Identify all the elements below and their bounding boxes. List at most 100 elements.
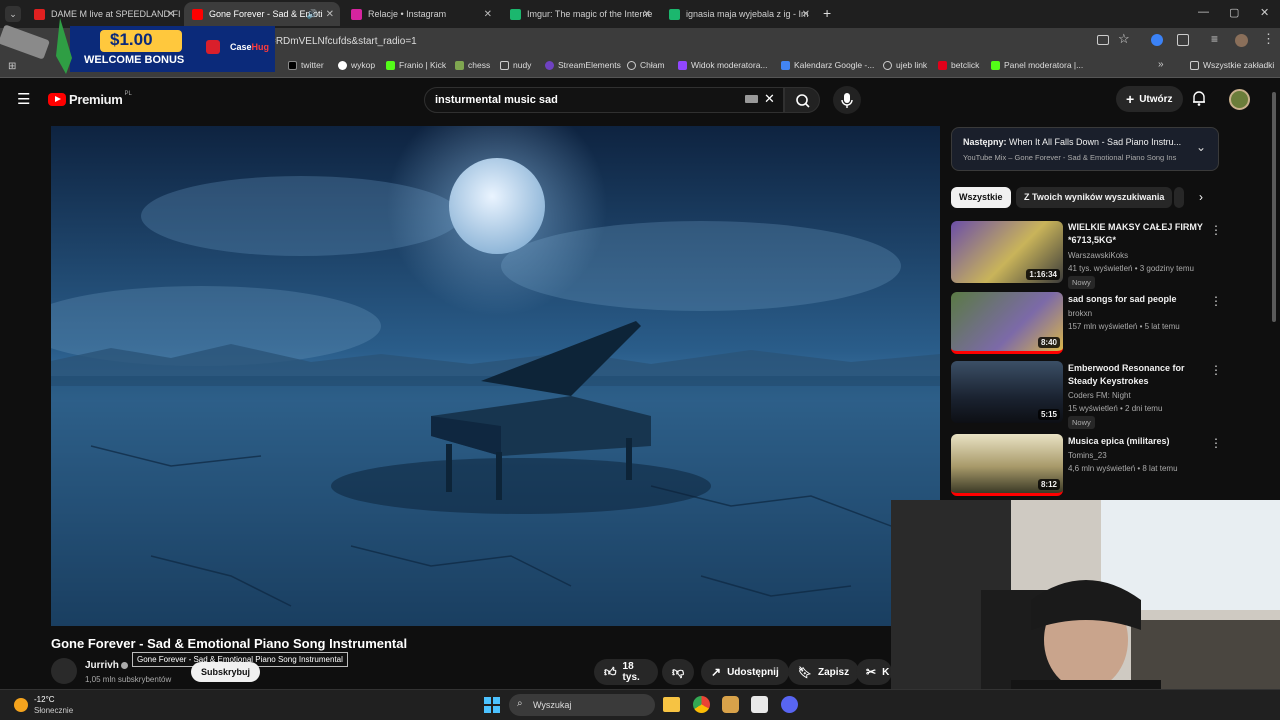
video-thumbnail[interactable]: 8:12 [951, 434, 1063, 496]
video-thumbnail[interactable]: 8:40 [951, 292, 1063, 354]
keyboard-icon[interactable] [745, 95, 758, 103]
app-icon[interactable] [722, 696, 739, 713]
install-app-icon[interactable] [1097, 35, 1109, 45]
start-button[interactable] [484, 697, 500, 713]
more-bookmarks-chevron-icon[interactable]: » [1158, 59, 1164, 70]
discord-icon[interactable] [781, 696, 798, 713]
weather-temperature[interactable]: -12°C [34, 695, 55, 704]
search-button[interactable] [784, 87, 820, 113]
more-options-icon[interactable]: ⋮ [1210, 436, 1222, 450]
bookmark-item[interactable]: Franio | Kick [386, 60, 446, 70]
save-button[interactable]: 🔖︎ Zapisz [788, 659, 860, 685]
video-duration: 8:40 [1037, 337, 1060, 348]
like-button[interactable]: 👍︎ 18 tys. [594, 659, 658, 685]
chrome-icon[interactable] [693, 696, 710, 713]
hamburger-menu-icon[interactable]: ☰ [17, 90, 30, 108]
streamelements-icon [545, 60, 554, 70]
more-options-icon[interactable]: ⋮ [1210, 223, 1222, 237]
chip-overflow[interactable] [1174, 187, 1184, 208]
more-options-icon[interactable]: ⋮ [1210, 363, 1222, 377]
share-icon: ↗ [711, 665, 722, 679]
close-tab-icon[interactable]: ✕ [643, 9, 651, 20]
extensions-puzzle-icon[interactable] [1177, 34, 1189, 46]
maximize-button[interactable]: ▢ [1229, 6, 1239, 19]
share-button[interactable]: ↗ Udostępnij [701, 659, 789, 685]
tab-list-icon[interactable]: ≡ [1211, 32, 1218, 46]
bookmark-item[interactable]: twitter [288, 60, 324, 70]
video-thumbnail[interactable]: 1:16:34 [951, 221, 1063, 283]
up-next-subtitle: YouTube Mix – Gone Forever - Sad & Emoti… [963, 153, 1177, 162]
recommendation-item[interactable]: 1:16:34 WIELKIE MAKSY CAŁEJ FIRMY *6713,… [951, 221, 1222, 289]
up-next-title: Następny: When It All Falls Down - Sad P… [963, 137, 1182, 147]
bookmark-star-icon[interactable]: ☆ [1118, 31, 1130, 47]
video-duration: 5:15 [1037, 409, 1060, 420]
weather-sun-icon[interactable] [14, 698, 28, 712]
channel-avatar[interactable] [51, 658, 77, 684]
video-title: Gone Forever - Sad & Emotional Piano Son… [51, 636, 408, 651]
dislike-button[interactable]: 👎︎ [662, 659, 694, 685]
kick-icon [386, 60, 395, 70]
kick-icon [991, 60, 1000, 70]
recommendation-item[interactable]: 5:15 Emberwood Resonance for Steady Keys… [951, 361, 1222, 429]
ad-bonus-text: WELCOME BONUS [84, 54, 185, 66]
clip-button[interactable]: ✂ K [856, 659, 892, 685]
address-bar[interactable]: =RDmVELNfcufds&start_radio=1 [270, 32, 1150, 52]
recommendation-item[interactable]: 8:40 sad songs for sad people brokxn 157… [951, 292, 1222, 358]
chips-next-chevron-icon[interactable]: › [1199, 190, 1203, 204]
channel-name: Tomins_23 [1068, 451, 1107, 460]
youtube-logo[interactable]: Premium PL [48, 91, 132, 107]
profile-avatar[interactable] [1235, 34, 1248, 47]
up-next-panel[interactable]: Następny: When It All Falls Down - Sad P… [951, 127, 1219, 171]
taskbar-search[interactable]: ⌕ Wyszukaj [509, 694, 655, 716]
search-input[interactable]: insturmental music sad [424, 87, 784, 113]
all-bookmarks-button[interactable]: Wszystkie zakładki [1190, 60, 1274, 70]
chip-all[interactable]: Wszystkie [951, 187, 1011, 208]
more-options-icon[interactable]: ⋮ [1210, 294, 1222, 308]
chip-from-search[interactable]: Z Twoich wyników wyszukiwania [1016, 187, 1173, 208]
close-tab-icon[interactable]: ✕ [484, 9, 492, 20]
weather-condition[interactable]: Słonecznie [34, 706, 73, 715]
video-player[interactable] [51, 126, 940, 626]
globe-icon [883, 60, 892, 70]
close-tab-icon[interactable]: ✕ [326, 9, 334, 20]
voice-search-button[interactable] [833, 86, 861, 114]
page-scrollbar[interactable] [1272, 92, 1276, 322]
bookmark-item[interactable]: Chłam [627, 60, 665, 70]
folder-icon [500, 60, 509, 70]
wykop-icon [338, 60, 347, 70]
create-button[interactable]: + Utwórz [1116, 86, 1183, 112]
chevron-down-icon[interactable]: ⌄ [1196, 140, 1206, 154]
browser-tab[interactable]: Relacje • Instagram ✕ [343, 2, 498, 26]
extension-icon[interactable] [1151, 34, 1163, 46]
bookmark-item[interactable]: StreamElements [545, 60, 621, 70]
bookmark-item[interactable]: chess [455, 60, 490, 70]
video-meta: 157 mln wyświetleń • 5 lat temu [1068, 322, 1180, 331]
app-icon[interactable] [751, 696, 768, 713]
channel-name[interactable]: Jurrivh [85, 660, 119, 671]
close-window-button[interactable]: ✕ [1260, 6, 1269, 19]
clear-search-icon[interactable]: ✕ [764, 91, 775, 107]
browser-menu-icon[interactable]: ⋮ [1262, 31, 1275, 47]
browser-tab[interactable]: ignasia maja wyjebala z ig - Im ✕ [661, 2, 816, 26]
recommendation-item[interactable]: 8:12 Musica epica (militares) Tomins_23 … [951, 434, 1222, 496]
bookmark-item[interactable]: wykop [338, 60, 375, 70]
video-meta: 4,6 mln wyświetleń • 8 lat temu [1068, 464, 1178, 473]
minimize-button[interactable]: — [1198, 6, 1209, 18]
bookmark-item[interactable]: betclick [938, 60, 979, 70]
audio-playing-icon[interactable]: 🔊 [307, 9, 318, 20]
new-tab-button[interactable]: + [823, 5, 831, 21]
bookmark-item[interactable]: Widok moderatora... [678, 60, 768, 70]
webcam-feed-image [891, 500, 1280, 720]
file-explorer-icon[interactable] [663, 697, 680, 712]
user-avatar[interactable] [1229, 89, 1250, 110]
video-thumbnail[interactable]: 5:15 [951, 361, 1063, 423]
bookmark-item[interactable]: nudy [500, 60, 531, 70]
close-tab-icon[interactable]: ✕ [802, 9, 810, 20]
bookmark-item[interactable]: ujeb link [883, 60, 927, 70]
browser-tab[interactable]: Imgur: The magic of the Interne ✕ [502, 2, 657, 26]
bookmark-item[interactable]: Kalendarz Google -... [781, 60, 874, 70]
subscribe-button[interactable]: Subskrybuj [191, 662, 261, 682]
notifications-bell-icon[interactable] [1192, 90, 1206, 106]
new-badge: Nowy [1068, 416, 1095, 429]
bookmark-item[interactable]: Panel moderatora |... [991, 60, 1083, 70]
